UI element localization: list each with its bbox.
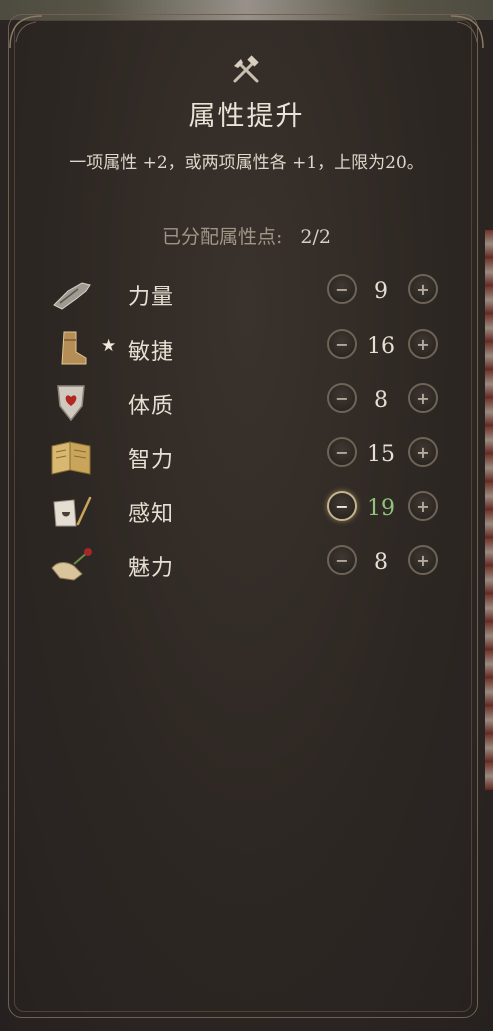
decrease-button[interactable]: − <box>327 437 357 467</box>
shield-heart-icon <box>57 385 85 422</box>
gauntlet-icon <box>53 282 91 310</box>
attribute-value: 8 <box>374 550 388 575</box>
attribute-value: 19 <box>367 496 395 521</box>
attribute-name: 感知 <box>128 502 175 527</box>
corner-ornament-icon <box>9 15 43 49</box>
increase-button[interactable]: + <box>408 491 438 521</box>
decrease-button[interactable]: − <box>327 329 357 359</box>
attribute-value: 9 <box>374 279 388 304</box>
increase-button[interactable]: + <box>408 545 438 575</box>
corner-ornament-icon <box>450 15 484 49</box>
points-value: 2/2 <box>300 226 331 248</box>
hand-quill-icon <box>53 496 92 527</box>
boot-icon <box>61 331 87 365</box>
decrease-button[interactable]: − <box>327 491 357 521</box>
attribute-name: 魅力 <box>128 556 175 581</box>
attribute-row-wisdom: 感知 − 19 + <box>0 484 493 538</box>
points-allocated: 已分配属性点: 2/2 <box>0 222 493 249</box>
increase-button[interactable]: + <box>408 274 438 304</box>
attribute-row-intelligence: 智力 − 15 + <box>0 430 493 484</box>
decrease-button[interactable]: − <box>327 383 357 413</box>
attribute-name: 敏捷 <box>128 340 175 365</box>
attribute-value: 16 <box>367 334 395 359</box>
attribute-row-charisma: 魅力 − 8 + <box>0 538 493 592</box>
points-label: 已分配属性点: <box>162 226 283 248</box>
ability-improvement-panel: 属性提升 一项属性 +2，或两项属性各 +1，上限为20。 已分配属性点: 2/2… <box>0 0 493 1031</box>
book-icon <box>51 441 91 475</box>
attribute-name: 智力 <box>128 448 175 473</box>
attribute-row-constitution: 体质 − 8 + <box>0 376 493 430</box>
increase-button[interactable]: + <box>408 329 438 359</box>
decrease-button[interactable]: − <box>327 545 357 575</box>
star-icon: ★ <box>101 336 117 356</box>
attribute-value: 8 <box>374 388 388 413</box>
attribute-name: 体质 <box>128 394 175 419</box>
hammer-pick-icon <box>233 55 259 83</box>
panel-subtitle: 一项属性 +2，或两项属性各 +1，上限为20。 <box>69 153 424 173</box>
panel-title: 属性提升 <box>188 101 305 132</box>
hand-rose-icon <box>51 548 92 581</box>
attribute-row-dexterity: ★ 敏捷 − 16 + <box>0 322 493 376</box>
attribute-row-strength: 力量 − 9 + <box>0 267 493 321</box>
attribute-name: 力量 <box>128 285 175 310</box>
attribute-value: 15 <box>367 442 395 467</box>
decrease-button[interactable]: − <box>327 274 357 304</box>
increase-button[interactable]: + <box>408 383 438 413</box>
increase-button[interactable]: + <box>408 437 438 467</box>
